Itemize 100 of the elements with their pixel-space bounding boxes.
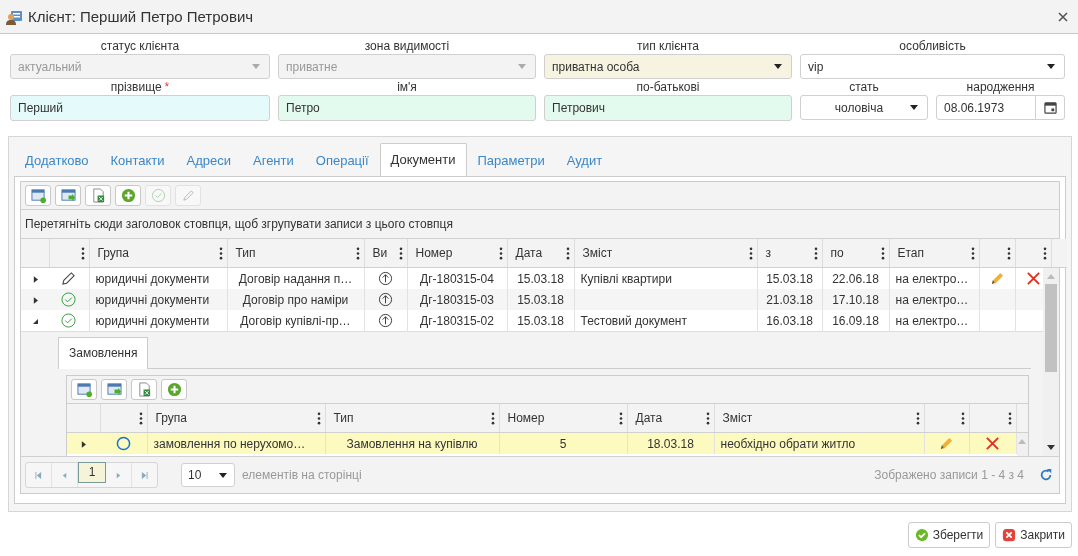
calendar-icon[interactable] [1043,101,1057,114]
circle-icon [115,436,131,452]
column-header[interactable]: Дата [635,411,663,425]
tab[interactable]: Агенти [242,145,305,176]
input-field[interactable]: Перший [10,95,270,121]
dropdown[interactable]: приватна особа [544,54,792,79]
date-field[interactable]: 08.06.1973 [936,95,1065,120]
pencil-icon [61,271,77,287]
records-summary: Зображено записи 1 - 4 з 4 [874,468,1024,482]
pencil-icon [180,188,196,203]
dropdown[interactable]: чоловіча [800,95,928,120]
expand-arrow-icon[interactable] [32,317,38,325]
column-menu-icon[interactable] [748,246,753,260]
column-header[interactable]: Номер [415,246,453,260]
layout-button[interactable] [71,379,97,400]
caret-icon [910,105,918,110]
caret-icon [219,472,227,478]
check-circle-icon [61,313,77,329]
column-header[interactable]: Етап [897,246,925,260]
tab[interactable]: Параметри [466,145,556,176]
field-label: особливість [899,39,966,54]
next-page-icon [115,471,122,479]
column-header[interactable]: Зміст [722,411,753,425]
table-cell: Замовлення на купівлю [346,436,478,451]
save-button[interactable]: Зберегти [907,522,991,548]
excel-button[interactable] [85,185,111,206]
previous-page-icon [61,471,68,479]
scrollbar[interactable] [1043,268,1059,456]
export-button[interactable] [55,185,81,206]
field-label: по-батькові [636,80,700,95]
expand-arrow-icon[interactable] [32,275,38,283]
column-menu-icon[interactable] [813,246,818,260]
column-header[interactable]: Тип [235,246,256,260]
add-button[interactable] [161,379,187,400]
export-button[interactable] [101,379,127,400]
column-menu-icon[interactable] [80,246,85,260]
column-menu-icon[interactable] [880,246,885,260]
input-field[interactable]: Петро [278,95,536,121]
delete-icon[interactable] [1025,271,1041,287]
column-menu-icon[interactable] [138,411,143,425]
column-menu-icon[interactable] [915,411,920,425]
tab[interactable]: Адреси [175,145,242,176]
column-menu-icon[interactable] [355,246,360,260]
tab[interactable]: Додатково [14,145,100,176]
column-header[interactable]: по [830,246,844,260]
page-size-dropdown[interactable]: 10 [181,463,235,487]
close-icon[interactable] [1058,11,1068,22]
tab[interactable]: Замовлення [58,337,149,369]
layout-button[interactable] [25,185,51,206]
tab[interactable]: Операції [304,145,380,176]
table-cell: замовлення по нерухомо… [153,436,306,451]
column-menu-icon[interactable] [705,411,710,425]
column-header[interactable]: з [765,246,771,260]
page-button[interactable]: 1 [78,462,106,483]
excel-button[interactable] [131,379,157,400]
column-menu-icon[interactable] [218,246,223,260]
table-cell: 15.03.18 [766,271,813,286]
tab[interactable]: Аудит [555,145,614,176]
column-menu-icon[interactable] [490,411,495,425]
column-menu-icon[interactable] [565,246,570,260]
column-menu-icon[interactable] [1007,411,1012,425]
column-header[interactable]: Дата [515,246,543,260]
column-menu-icon[interactable] [398,246,403,260]
spreadsheet-icon [136,382,152,397]
column-header[interactable]: Група [97,246,130,260]
table-cell: 21.03.18 [766,292,813,307]
table-cell: Тестовий документ [580,313,687,328]
close-button[interactable]: Закрити [995,522,1072,548]
column-header[interactable]: Тип [333,411,354,425]
caret-icon [774,64,782,69]
plus-circle-icon [166,382,182,397]
add-button[interactable] [115,185,141,206]
last-page-icon [141,471,148,479]
column-menu-icon[interactable] [960,411,965,425]
column-header[interactable]: Ви [372,246,388,260]
expand-arrow-icon[interactable] [32,296,38,304]
tab[interactable]: Документи [379,143,467,176]
refresh-icon[interactable] [1039,468,1053,482]
column-menu-icon[interactable] [618,411,623,425]
scrollbar-thumb[interactable] [1045,284,1058,372]
column-menu-icon[interactable] [970,246,975,260]
page-size-label: елементів на сторінці [242,468,362,482]
expand-arrow-icon[interactable] [81,440,86,448]
column-menu-icon[interactable] [1042,246,1047,260]
tab[interactable]: Контакти [99,145,176,176]
column-menu-icon[interactable] [316,411,321,425]
scroll-down-icon[interactable] [1047,445,1056,450]
column-menu-icon[interactable] [498,246,503,260]
input-field[interactable]: Петрович [544,95,792,121]
delete-icon[interactable] [985,436,1000,452]
arrow-up-circle-icon [378,292,393,308]
column-header[interactable]: Група [155,411,188,425]
table-cell: Договір про наміри [242,292,349,307]
column-menu-icon[interactable] [1006,246,1011,260]
field-label: тип клієнта [637,39,699,54]
window-icon [76,382,92,397]
column-header[interactable]: Номер [507,411,545,425]
column-header[interactable]: Зміст [582,246,613,260]
window-icon [30,188,46,203]
dropdown[interactable]: vip [800,54,1065,79]
